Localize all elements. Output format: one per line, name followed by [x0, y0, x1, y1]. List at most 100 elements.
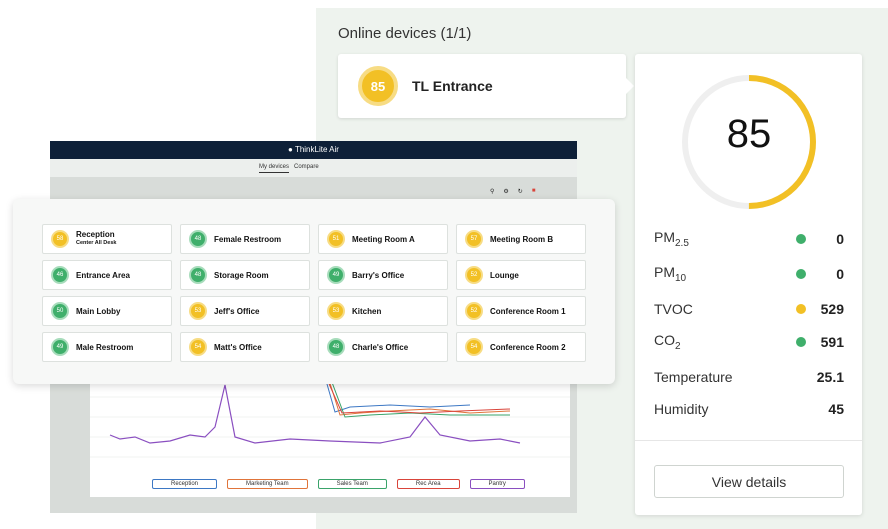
status-dot [796, 269, 806, 279]
score-value: 85 [726, 112, 772, 156]
metric-row-pm10: PM10 0 [654, 263, 844, 285]
room-card[interactable]: 57 Meeting Room B [456, 224, 586, 254]
room-card[interactable]: 50 Main Lobby [42, 296, 172, 326]
brand-name: ThinkLite Air [294, 145, 339, 154]
room-name: Matt's Office [214, 343, 262, 352]
room-score-badge: 50 [51, 302, 69, 320]
room-score-badge: 58 [51, 230, 69, 248]
room-score-badge: 53 [189, 302, 207, 320]
legend-item-marketing-team[interactable]: Marketing Team [227, 479, 308, 489]
online-devices-title: Online devices (1/1) [338, 25, 472, 42]
room-name-text: Jeff's Office [214, 306, 260, 316]
refresh-icon[interactable]: ↻ [518, 188, 523, 195]
room-name-text: Reception [76, 230, 115, 239]
room-card[interactable]: 49 Barry's Office [318, 260, 448, 290]
room-name-text: Conference Room 2 [490, 342, 566, 352]
room-score-badge: 49 [327, 266, 345, 284]
room-name-text: Meeting Room A [352, 234, 415, 244]
room-name-text: Female Restroom [214, 234, 282, 244]
room-score-badge: 57 [465, 230, 483, 248]
device-name: TL Entrance [412, 78, 493, 94]
room-name: Barry's Office [352, 271, 404, 280]
room-name: Main Lobby [76, 307, 120, 316]
room-card[interactable]: 54 Matt's Office [180, 332, 310, 362]
chart-legend: Reception Marketing Team Sales Team Rec … [152, 479, 525, 489]
room-score-badge: 49 [51, 338, 69, 356]
brand-logo-icon: ● [288, 145, 293, 154]
room-card[interactable]: 48 Charle's Office [318, 332, 448, 362]
metric-label: Temperature [654, 369, 733, 385]
status-dot [796, 337, 806, 347]
room-score-badge: 52 [465, 266, 483, 284]
room-name-text: Main Lobby [76, 306, 121, 316]
tab-compare[interactable]: Compare [294, 164, 319, 170]
status-dot [796, 234, 806, 244]
room-name-text: Lounge [490, 270, 519, 280]
device-card-tl-entrance[interactable]: 85 TL Entrance [338, 54, 634, 118]
room-card[interactable]: 48 Storage Room [180, 260, 310, 290]
settings-icon[interactable]: ⚙ [503, 188, 508, 195]
room-name: Charle's Office [352, 343, 408, 352]
room-name: Kitchen [352, 307, 381, 316]
metric-row-pm25: PM2.5 0 [654, 228, 844, 250]
room-name: Lounge [490, 271, 519, 280]
status-dot [796, 304, 806, 314]
room-name-text: Matt's Office [214, 342, 262, 352]
legend-item-pantry[interactable]: Pantry [469, 479, 525, 489]
metric-row-co2: CO2 591 [654, 331, 844, 353]
room-name-text: Male Restroom [76, 342, 134, 352]
room-card[interactable]: 53 Kitchen [318, 296, 448, 326]
metric-value: 0 [836, 231, 844, 247]
room-name: Meeting Room B [490, 235, 553, 244]
metric-value: 0 [836, 266, 844, 282]
metric-row-humidity: Humidity 45 [654, 398, 844, 420]
room-card[interactable]: 46 Entrance Area [42, 260, 172, 290]
legend-item-reception[interactable]: Reception [152, 479, 218, 489]
room-name: Entrance Area [76, 271, 130, 280]
series-line-pantry [109, 384, 521, 444]
room-score-badge: 48 [189, 230, 207, 248]
tab-my-devices[interactable]: My devices [259, 164, 290, 173]
room-score-badge: 54 [189, 338, 207, 356]
room-card[interactable]: 52 Conference Room 1 [456, 296, 586, 326]
room-score-badge: 53 [327, 302, 345, 320]
room-name: Conference Room 2 [490, 343, 566, 352]
metric-row-tvoc: TVOC 529 [654, 298, 844, 320]
room-card[interactable]: 53 Jeff's Office [180, 296, 310, 326]
room-name-text: Kitchen [352, 306, 382, 316]
room-name: Storage Room [214, 271, 269, 280]
devices-popup: 58 Reception Center All Desk 48 Female Restr… [13, 199, 615, 384]
device-detail-card: 85 PM2.5 0 PM10 0 TVOC 529 CO2 591 Tempe… [635, 54, 862, 515]
room-score-badge: 46 [51, 266, 69, 284]
room-card[interactable]: 52 Lounge [456, 260, 586, 290]
metric-value: 591 [820, 334, 844, 350]
metric-label: TVOC [654, 301, 693, 317]
toolbar-icons: ⚲ ⚙ ↻ ■ [490, 188, 535, 195]
device-score-badge: 85 [358, 66, 398, 106]
room-name: Female Restroom [214, 235, 281, 244]
room-name-text: Barry's Office [352, 270, 405, 280]
room-score-badge: 48 [189, 266, 207, 284]
view-details-button[interactable]: View details [654, 465, 844, 498]
room-name-text: Charle's Office [352, 342, 409, 352]
room-card[interactable]: 58 Reception Center All Desk [42, 224, 172, 254]
metric-row-temperature: Temperature 25.1 [654, 366, 844, 388]
room-name: Reception Center All Desk [76, 230, 116, 248]
room-card[interactable]: 49 Male Restroom [42, 332, 172, 362]
legend-item-rec-area[interactable]: Rec Area [396, 479, 460, 489]
location-icon[interactable]: ⚲ [490, 188, 494, 195]
alert-icon[interactable]: ■ [532, 188, 536, 195]
room-card[interactable]: 48 Female Restroom [180, 224, 310, 254]
room-name: Jeff's Office [214, 307, 259, 316]
metric-value: 529 [820, 301, 844, 317]
room-name-text: Storage Room [214, 270, 269, 280]
room-name-text: Meeting Room B [490, 234, 554, 244]
room-card[interactable]: 54 Conference Room 2 [456, 332, 586, 362]
metric-value: 25.1 [816, 369, 844, 385]
room-name: Meeting Room A [352, 235, 415, 244]
legend-item-sales-team[interactable]: Sales Team [317, 479, 387, 489]
room-score-badge: 51 [327, 230, 345, 248]
room-score-badge: 48 [327, 338, 345, 356]
room-name: Conference Room 1 [490, 307, 566, 316]
room-card[interactable]: 51 Meeting Room A [318, 224, 448, 254]
